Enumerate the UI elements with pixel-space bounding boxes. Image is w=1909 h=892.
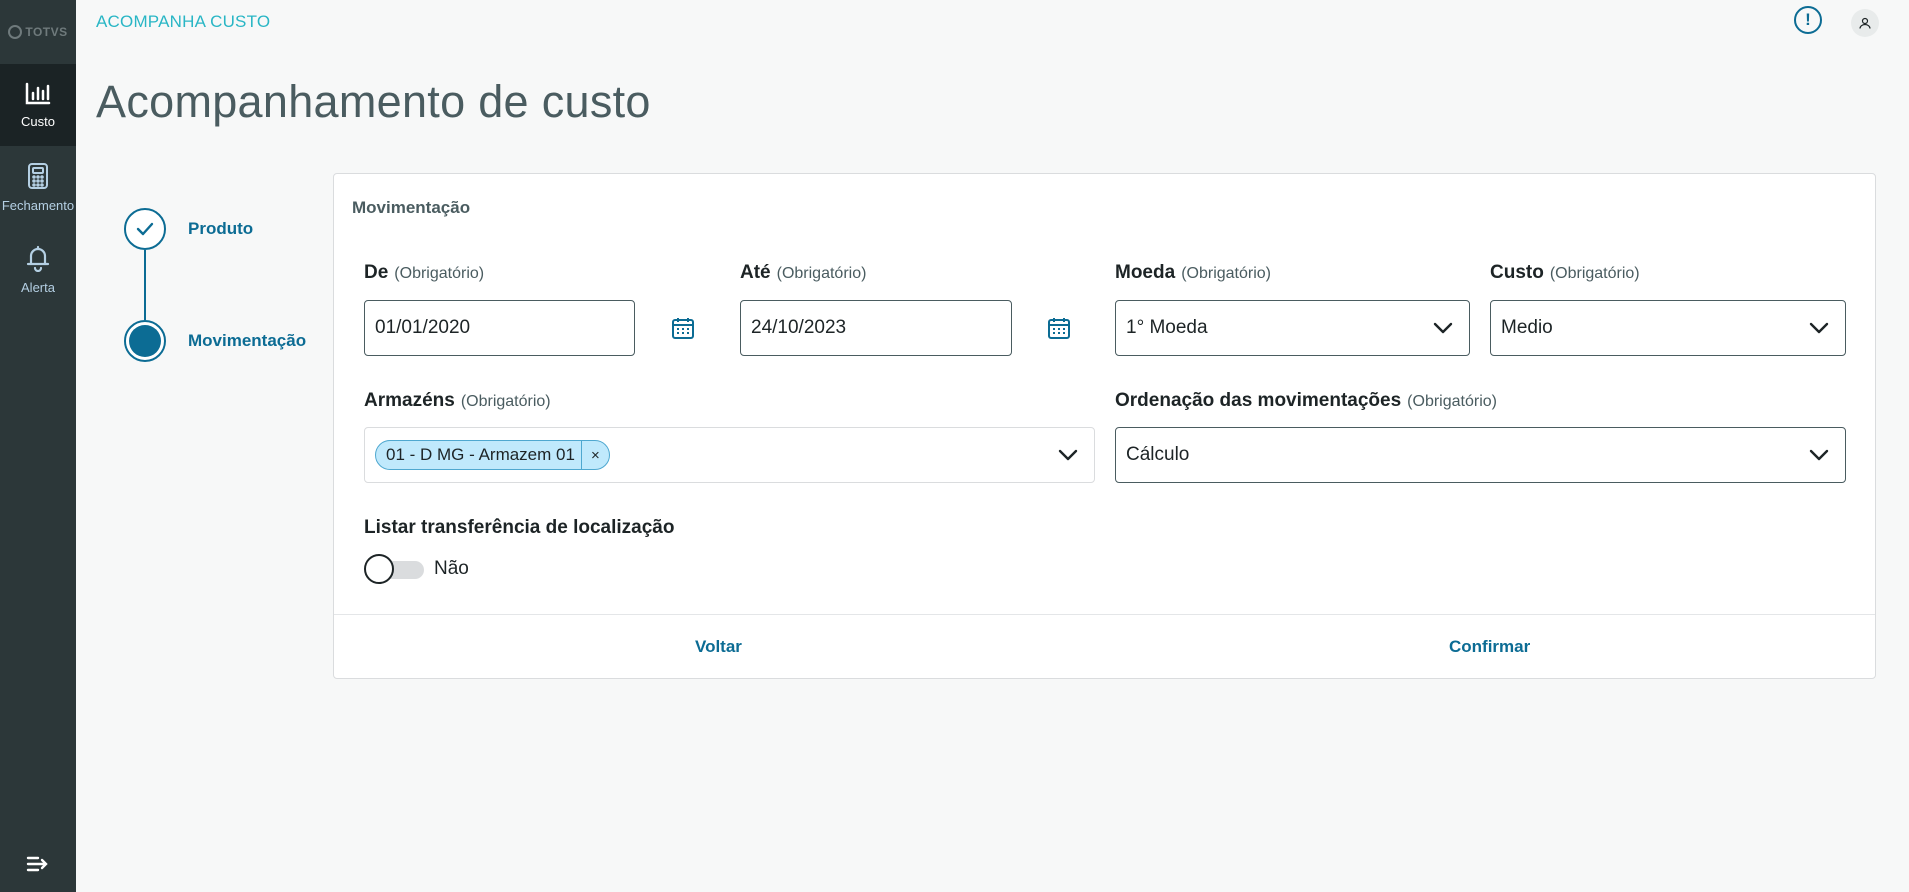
ate-date-value: 24/10/2023 <box>751 317 847 338</box>
confirmar-button[interactable]: Confirmar <box>1449 637 1530 657</box>
ate-label: Até (Obrigatório) <box>740 262 867 283</box>
toggle-knob <box>364 554 394 584</box>
sidebar-item-fechamento[interactable]: Fechamento <box>0 146 76 228</box>
listar-transferencia-label: Listar transferência de localização <box>364 517 675 538</box>
help-icon[interactable]: ! <box>1794 6 1822 34</box>
armazens-label: Armazéns (Obrigatório) <box>364 390 551 411</box>
de-date-value: 01/01/2020 <box>375 317 471 338</box>
voltar-button[interactable]: Voltar <box>695 637 742 657</box>
armazem-tag: 01 - D MG - Armazem 01 × <box>375 440 610 470</box>
tag-label: 01 - D MG - Armazem 01 <box>386 445 575 464</box>
section-title: Movimentação <box>352 198 471 217</box>
movimentacao-form-card: Movimentação De (Obrigatório) 01/01/2020 … <box>333 173 1876 679</box>
required-hint: (Obrigatório) <box>1407 393 1497 410</box>
chevron-down-icon <box>1809 322 1829 334</box>
moeda-label: Moeda (Obrigatório) <box>1115 262 1271 283</box>
custo-label: Custo (Obrigatório) <box>1490 262 1640 283</box>
ordenacao-select[interactable]: Cálculo <box>1115 427 1846 483</box>
required-hint: (Obrigatório) <box>460 393 551 410</box>
required-hint: (Obrigatório) <box>394 265 485 282</box>
custo-select[interactable]: Medio <box>1490 300 1846 356</box>
calendar-icon <box>1048 318 1070 339</box>
check-icon <box>136 222 154 236</box>
bell-icon <box>26 245 50 272</box>
page-title: Acompanhamento de custo <box>96 76 651 127</box>
step-produto[interactable]: Produto <box>124 208 253 250</box>
chevron-down-icon <box>1809 449 1829 461</box>
ordenacao-label: Ordenação das movimentações (Obrigatório) <box>1115 390 1497 411</box>
step-done-indicator <box>124 208 166 250</box>
step-current-indicator <box>124 320 166 362</box>
required-hint: (Obrigatório) <box>1181 265 1271 282</box>
calendar-icon <box>672 318 694 339</box>
ate-date-input[interactable]: 24/10/2023 <box>740 300 1012 356</box>
moeda-value: 1° Moeda <box>1126 317 1208 338</box>
step-movimentacao[interactable]: Movimentação <box>124 320 306 362</box>
bar-chart-icon <box>25 82 51 104</box>
chevron-down-icon <box>1433 322 1453 334</box>
listar-transferencia-field: Não <box>364 554 469 584</box>
ate-calendar-button[interactable] <box>1043 312 1075 344</box>
de-label: De (Obrigatório) <box>364 262 485 283</box>
totvs-logo-icon <box>8 25 23 39</box>
app-title[interactable]: ACOMPANHA CUSTO <box>96 12 270 32</box>
menu-expand-icon <box>26 856 48 872</box>
required-hint: (Obrigatório) <box>776 265 867 282</box>
totvs-logo: TOTVS <box>0 0 76 64</box>
de-date-input[interactable]: 01/01/2020 <box>364 300 635 356</box>
calculator-icon <box>28 162 48 189</box>
avatar[interactable] <box>1851 9 1879 37</box>
stepper-connector <box>144 250 146 320</box>
required-hint: (Obrigatório) <box>1549 265 1640 282</box>
moeda-select[interactable]: 1° Moeda <box>1115 300 1470 356</box>
card-footer: Voltar Confirmar <box>334 614 1875 680</box>
user-icon <box>1859 17 1871 29</box>
brand-name: TOTVS <box>25 25 68 39</box>
custo-value: Medio <box>1501 317 1553 338</box>
sidebar-item-label: Fechamento <box>1 197 75 213</box>
toggle-value: Não <box>434 558 469 579</box>
tag-remove-button[interactable]: × <box>580 441 609 469</box>
menu-collapse-button[interactable] <box>0 854 76 874</box>
de-calendar-button[interactable] <box>667 312 699 344</box>
armazens-multiselect[interactable]: 01 - D MG - Armazem 01 × <box>364 427 1095 483</box>
chevron-down-icon <box>1058 449 1078 461</box>
sidebar-item-alerta[interactable]: Alerta <box>0 228 76 310</box>
sidebar-item-label: Alerta <box>21 279 55 295</box>
sidebar-item-label: Custo <box>21 113 55 129</box>
step-label: Produto <box>188 219 254 238</box>
listar-transferencia-toggle[interactable] <box>364 554 424 584</box>
ordenacao-value: Cálculo <box>1126 444 1190 465</box>
sidebar-item-custo[interactable]: Custo <box>0 64 76 146</box>
step-label: Movimentação <box>188 331 307 350</box>
sidebar: TOTVS Custo Fechamento Alerta <box>0 0 76 892</box>
